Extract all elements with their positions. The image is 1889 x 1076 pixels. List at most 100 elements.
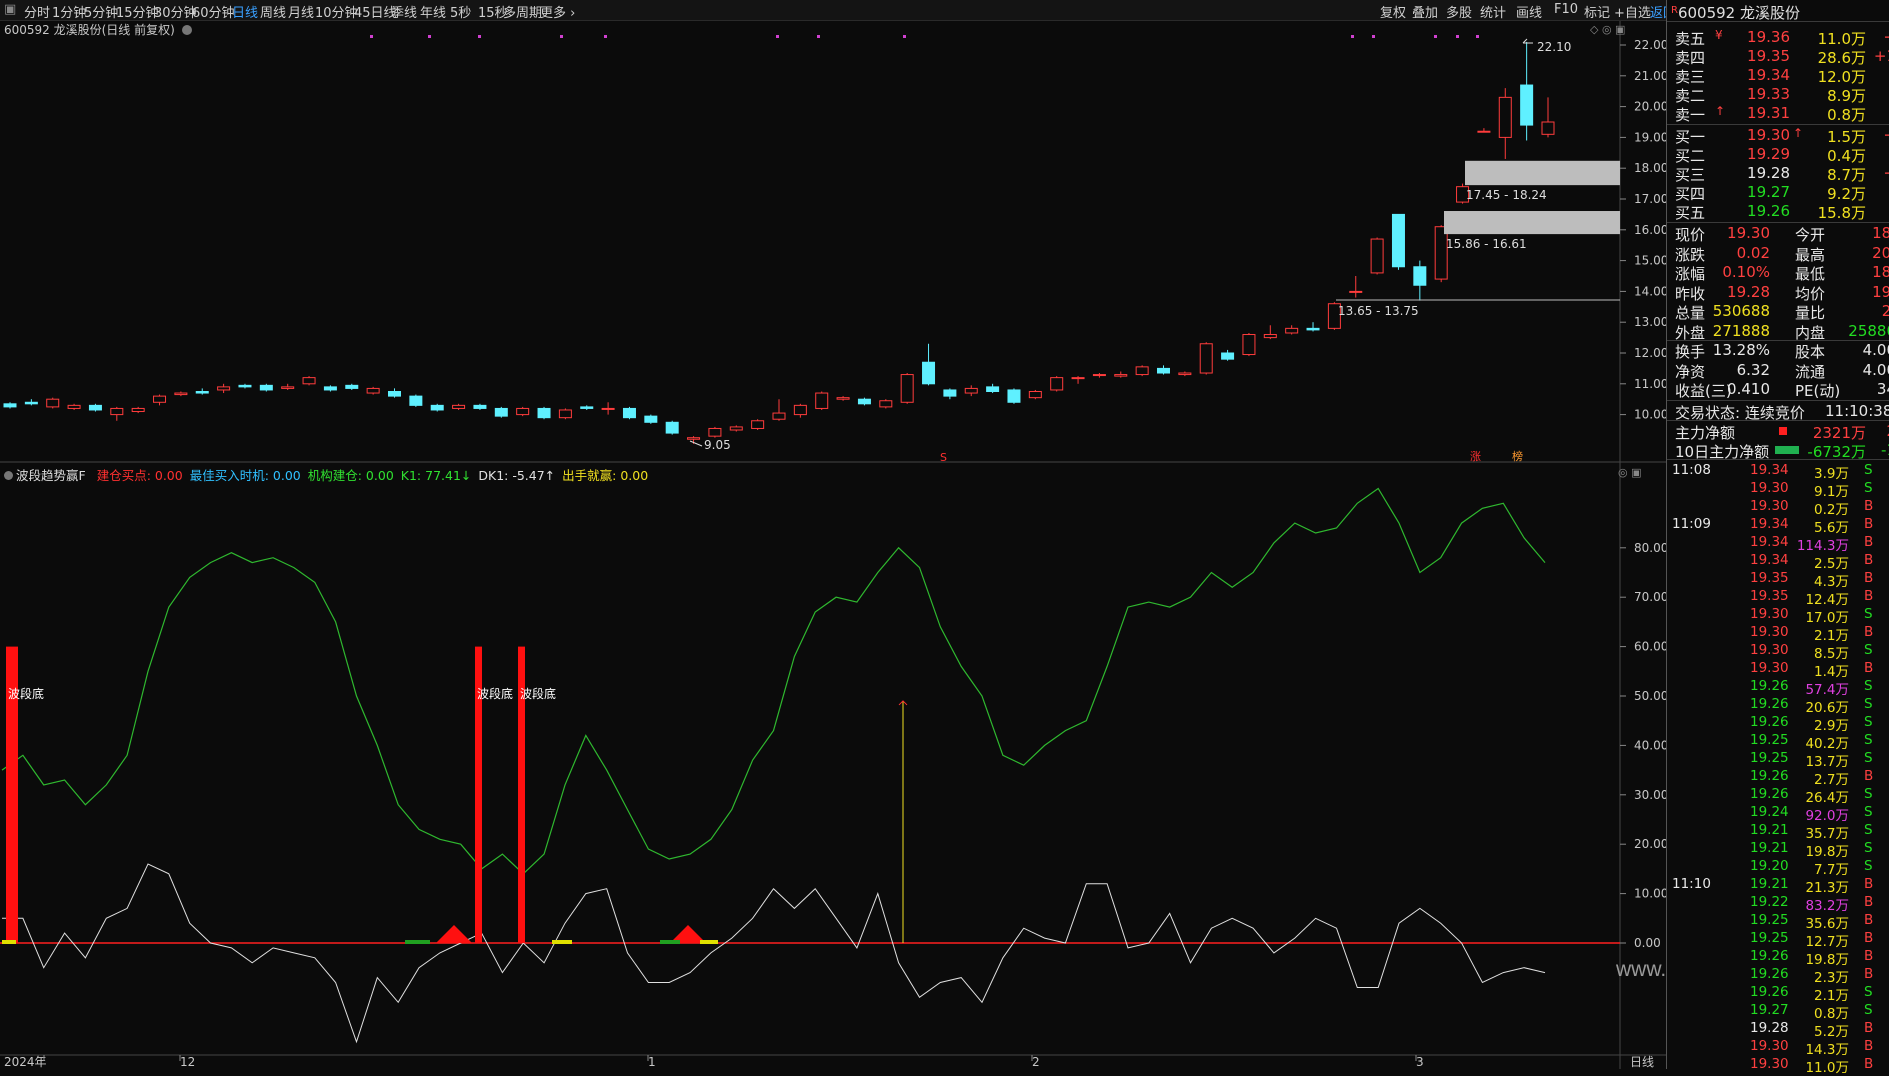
- bid-row-3: 买三 19.28 8.7万 +: [1675, 164, 1889, 184]
- quote-value-2: 19.: [1872, 282, 1889, 301]
- signal-dot: [1476, 35, 1479, 38]
- settings-circle-icon[interactable]: [181, 25, 192, 35]
- ask-label: 卖一: [1675, 106, 1706, 124]
- period-tab-5[interactable]: 60分钟: [192, 2, 235, 21]
- stock-header: R600592 龙溪股份: [1671, 2, 1800, 23]
- quote-label: 收益(三): [1675, 382, 1732, 400]
- signal-dot: [478, 35, 481, 38]
- bid-label: 买一: [1675, 128, 1706, 146]
- tick-volume: 19.8万: [1805, 952, 1849, 968]
- tick-volume: 0.8万: [1814, 1006, 1849, 1022]
- ind-axis-label-2: 60.00: [1634, 640, 1666, 654]
- candle-body: [708, 427, 722, 437]
- ask-mark: ¥: [1715, 28, 1723, 42]
- price-label-10: 12.00: [1634, 346, 1666, 360]
- kline-chart-svg[interactable]: 22.0021.0020.0019.0018.0017.0016.0015.00…: [0, 21, 1668, 1069]
- period-tab-3[interactable]: 15分钟: [116, 2, 159, 21]
- period-tab-4[interactable]: 30分钟: [154, 2, 197, 21]
- flow-value: 2321万: [1812, 424, 1866, 442]
- toolbar-button-5[interactable]: F10: [1554, 2, 1578, 17]
- tick-price: 19.34: [1750, 552, 1789, 568]
- period-tab-16[interactable]: 更多 ›: [540, 2, 575, 21]
- period-tab-13[interactable]: 5秒: [450, 2, 471, 21]
- candle-body: [1413, 266, 1427, 286]
- tick-side: B: [1864, 1056, 1874, 1072]
- period-tab-2[interactable]: 5分钟: [84, 2, 118, 21]
- period-tab-8[interactable]: 月线: [288, 2, 314, 21]
- tick-side: B: [1864, 516, 1874, 532]
- toolbar-button-2[interactable]: 多股: [1446, 2, 1472, 21]
- tick-side: S: [1864, 480, 1873, 496]
- candle-body: [1306, 327, 1320, 331]
- ask-row-5: 卖一 ↑ 19.31 0.8万: [1675, 104, 1889, 124]
- divider: [1667, 340, 1889, 341]
- quote-row-2: 涨幅 0.10% 最低 18.: [1675, 263, 1889, 283]
- ind-axis-label-0: 80.00: [1634, 541, 1666, 555]
- candle-body: [644, 415, 658, 423]
- candle-body: [1071, 377, 1085, 380]
- candle-body: [900, 374, 914, 403]
- tick-volume: 5.2万: [1814, 1024, 1849, 1040]
- period-tab-15[interactable]: 多周期: [503, 2, 542, 21]
- tick-side: S: [1864, 606, 1873, 622]
- toolbar-button-4[interactable]: 画线: [1516, 2, 1542, 21]
- toolbar-button-3[interactable]: 统计: [1480, 2, 1506, 21]
- tick-volume: 7.7万: [1814, 862, 1849, 878]
- candle-body: [345, 384, 359, 389]
- tick-price: 19.34: [1750, 462, 1789, 478]
- tick-side: B: [1864, 912, 1874, 928]
- tick-side: S: [1864, 750, 1873, 766]
- time-label-4: 3: [1416, 1055, 1424, 1069]
- bid-price: 19.27: [1747, 183, 1790, 201]
- bottom-label-2: 波段底: [520, 686, 556, 701]
- tick-row: 19.26 26.4万 S: [1666, 786, 1889, 806]
- period-tab-11[interactable]: 季线: [391, 2, 417, 21]
- tick-side: B: [1864, 1020, 1874, 1036]
- dk1-line: [2, 863, 1546, 1044]
- tick-volume: 11.0万: [1805, 1060, 1849, 1076]
- period-tab-12[interactable]: 年线: [420, 2, 446, 21]
- indicator-window-icons[interactable]: ◎ ▣: [1618, 466, 1642, 479]
- signal-dot: [903, 35, 906, 38]
- tick-side: B: [1864, 498, 1874, 514]
- signal-dot: [1456, 35, 1459, 38]
- signal-dot: [1351, 35, 1354, 38]
- signal-dot: [1434, 35, 1437, 38]
- chart-area[interactable]: 22.00 21.00 20.00 19.00 18.00 17.00 16.00 15.00…: [0, 21, 1668, 1069]
- divider: [1667, 400, 1889, 401]
- ask-row-3: 卖三 19.34 12.0万: [1675, 66, 1889, 86]
- ask-price: 19.31: [1747, 104, 1790, 122]
- toolbar-button-1[interactable]: 叠加: [1412, 2, 1438, 21]
- period-tab-6[interactable]: 日线: [232, 2, 258, 21]
- toolbar-button-7[interactable]: +自选: [1614, 2, 1651, 21]
- chart-window-icons[interactable]: ◇ ◎ ▣: [1590, 23, 1625, 36]
- marker-bang: 榜: [1512, 449, 1523, 463]
- toolbar-button-0[interactable]: 复权: [1380, 2, 1406, 21]
- bottom-label-0: 波段底: [8, 686, 44, 701]
- tick-price: 19.21: [1750, 840, 1789, 856]
- flow-row-1: 10日主力净额-6732万-1: [1675, 441, 1889, 461]
- period-tab-7[interactable]: 周线: [260, 2, 286, 21]
- bottom-label-1: 波段底: [477, 686, 513, 701]
- period-tab-1[interactable]: 1分钟: [52, 2, 86, 21]
- menu-icon[interactable]: ▣: [4, 2, 16, 17]
- tick-side: S: [1864, 984, 1873, 1000]
- quote-label-2: 今开: [1795, 226, 1826, 244]
- tick-price: 19.30: [1750, 642, 1789, 658]
- tick-row: 19.28 5.2万 B: [1666, 1020, 1889, 1040]
- tick-price: 19.25: [1750, 930, 1789, 946]
- period-tab-0[interactable]: 分时: [24, 2, 50, 21]
- tick-row: 19.27 0.8万 S: [1666, 1002, 1889, 1022]
- tick-volume: 5.6万: [1814, 520, 1849, 536]
- period-tab-9[interactable]: 10分钟: [315, 2, 358, 21]
- ind-axis-label-8: 0.00: [1634, 936, 1661, 950]
- indicator-settings-icon[interactable]: [4, 471, 13, 480]
- quote-value-2: 18.: [1872, 263, 1889, 281]
- quote-label-2: 最低: [1795, 265, 1826, 283]
- bid-change: +: [1883, 164, 1889, 182]
- bid-change: +: [1883, 126, 1889, 144]
- candle-body: [857, 398, 871, 405]
- ind-axis-label-7: 10.00: [1634, 887, 1666, 901]
- candle-body: [3, 403, 17, 408]
- toolbar-button-6[interactable]: 标记: [1584, 2, 1610, 21]
